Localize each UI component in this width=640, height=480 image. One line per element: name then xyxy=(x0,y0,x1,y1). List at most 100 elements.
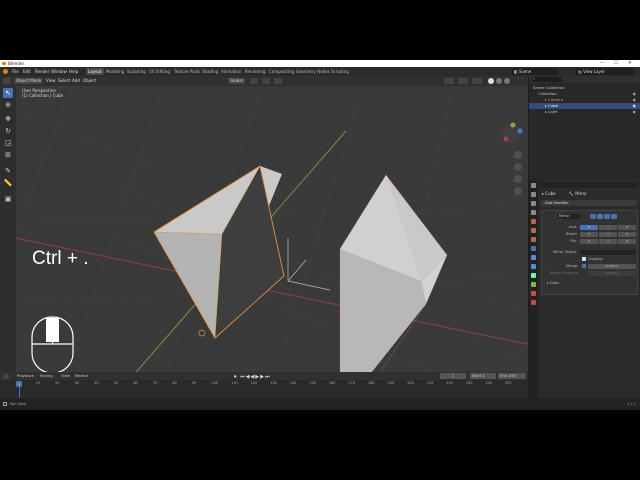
current-frame-field[interactable]: 1 xyxy=(440,373,466,379)
data-subpanel-header[interactable]: ▸ Data xyxy=(547,281,559,285)
3d-viewport[interactable]: User Perspective (1) Collection | Cube C… xyxy=(16,86,528,391)
frame-ruler[interactable]: 0102030405060708090100110120130140150160… xyxy=(0,381,528,388)
tool-tab[interactable] xyxy=(531,183,536,188)
timeline-editor-type[interactable] xyxy=(3,373,9,379)
rotate-tool[interactable]: ↻ xyxy=(3,126,13,136)
pivot-button[interactable] xyxy=(250,78,258,84)
scale-tool[interactable]: ◲ xyxy=(3,138,13,148)
solid-shading-button[interactable] xyxy=(488,78,494,84)
menu-render[interactable]: Render xyxy=(35,67,49,76)
data-tab[interactable] xyxy=(531,282,536,287)
hand-pan-icon[interactable] xyxy=(514,163,522,171)
axis-y-toggle[interactable]: Y xyxy=(599,225,617,230)
physics-tab[interactable] xyxy=(531,264,536,269)
menu-view[interactable]: View xyxy=(46,76,56,86)
menu-window[interactable]: Window xyxy=(51,67,67,76)
flip-x-toggle[interactable]: X xyxy=(580,239,598,244)
bisect-z-toggle[interactable]: Z xyxy=(618,232,636,237)
tab-scripting[interactable]: Scripting xyxy=(329,68,351,75)
select-box-tool[interactable]: ↖ xyxy=(3,88,13,98)
constraints-tab[interactable] xyxy=(531,273,536,278)
view-layer-tab[interactable] xyxy=(531,210,536,215)
output-tab[interactable] xyxy=(531,201,536,206)
tab-uv-editing[interactable]: UV Editing xyxy=(147,68,172,75)
material-shading-button[interactable] xyxy=(496,78,502,84)
outliner-row-light[interactable]: ▸ Light ◉ xyxy=(529,109,640,115)
zoom-view-icon[interactable] xyxy=(514,151,522,159)
view-layer-selector[interactable]: ▤ View Layer xyxy=(576,68,634,75)
menu-object[interactable]: Object xyxy=(83,76,96,86)
properties-search[interactable] xyxy=(539,182,638,188)
flip-y-toggle[interactable]: Y xyxy=(599,239,617,244)
annotate-tool[interactable]: ✎ xyxy=(3,166,13,176)
visibility-button[interactable] xyxy=(444,78,454,84)
tab-rendering[interactable]: Rendering xyxy=(243,68,267,75)
menu-select[interactable]: Select xyxy=(58,76,70,86)
overlay-button[interactable] xyxy=(472,78,482,84)
grid-view-icon[interactable] xyxy=(514,187,522,195)
edit-mode-toggle[interactable] xyxy=(590,214,596,219)
menu-keying[interactable]: Keying xyxy=(40,372,53,380)
flip-z-toggle[interactable]: Z xyxy=(618,239,636,244)
menu-help[interactable]: Help xyxy=(69,67,78,76)
tab-animation[interactable]: Animation xyxy=(219,68,243,75)
transform-tool[interactable]: ⊞ xyxy=(3,150,13,160)
bisect-x-toggle[interactable]: X xyxy=(580,232,598,237)
snap-button[interactable] xyxy=(262,78,270,84)
scene-selector[interactable]: ◧ Scene xyxy=(512,68,558,75)
texture-tab[interactable] xyxy=(531,300,536,305)
bisect-distance-field[interactable]: 0.001 m xyxy=(588,271,636,276)
tab-geometry-nodes[interactable]: Geometry Nodes xyxy=(294,68,332,75)
proportional-edit-button[interactable] xyxy=(274,78,282,84)
cage-toggle[interactable] xyxy=(597,214,603,219)
axis-z-toggle[interactable]: Z xyxy=(618,225,636,230)
cursor-tool[interactable]: ⊕ xyxy=(3,100,13,110)
playback-controls[interactable]: ⏺ ⏮◀◀▶▶⏭ xyxy=(234,373,270,381)
start-frame-field[interactable]: Start 1 xyxy=(470,373,496,379)
tab-modeling[interactable]: Modeling xyxy=(104,68,126,75)
clipping-checkbox[interactable] xyxy=(582,257,586,261)
menu-file[interactable]: File xyxy=(12,67,19,76)
menu-add[interactable]: Add xyxy=(72,76,80,86)
tab-shading[interactable]: Shading xyxy=(200,68,220,75)
merge-checkbox[interactable] xyxy=(582,264,586,268)
tab-layout[interactable]: Layout xyxy=(86,68,104,75)
gizmo-button[interactable] xyxy=(458,78,468,84)
tab-compositing[interactable]: Compositing xyxy=(267,68,296,75)
object-tab[interactable] xyxy=(531,237,536,242)
editor-type-button[interactable] xyxy=(3,78,11,84)
minimize-button[interactable]: — xyxy=(600,60,605,67)
close-button[interactable]: ✕ xyxy=(628,60,632,67)
mirror-object-field[interactable] xyxy=(580,250,636,255)
move-tool[interactable]: ✥ xyxy=(3,114,13,124)
menu-timeline-view[interactable]: View xyxy=(61,372,70,380)
tab-sculpting[interactable]: Sculpting xyxy=(125,68,148,75)
scene-tab[interactable] xyxy=(531,219,536,224)
viewport-toggle[interactable] xyxy=(604,214,610,219)
mode-selector[interactable]: Object Mode xyxy=(14,78,44,84)
bisect-y-toggle[interactable]: Y xyxy=(599,232,617,237)
add-modifier-button[interactable]: Add Modifier xyxy=(541,200,637,206)
transform-orientation-selector[interactable]: Global xyxy=(228,78,245,84)
menu-playback[interactable]: Playback xyxy=(17,372,34,380)
search-input[interactable] xyxy=(532,77,562,82)
modifier-name-field[interactable]: Mirror xyxy=(557,214,581,219)
eye-icon[interactable]: ◉ xyxy=(633,109,636,115)
end-frame-field[interactable]: End 250 xyxy=(498,373,526,379)
menu-marker[interactable]: Marker xyxy=(75,372,88,380)
blender-menu-icon[interactable] xyxy=(3,69,8,74)
axis-x-toggle[interactable]: X xyxy=(580,225,598,230)
maximize-button[interactable]: ☐ xyxy=(614,60,618,67)
wrench-icon[interactable] xyxy=(531,246,536,251)
measure-tool[interactable]: 📏 xyxy=(3,178,13,188)
render-tab[interactable] xyxy=(531,192,536,197)
world-tab[interactable] xyxy=(531,228,536,233)
particles-tab[interactable] xyxy=(531,255,536,260)
tab-texture-paint[interactable]: Texture Paint xyxy=(172,68,202,75)
material-tab[interactable] xyxy=(531,291,536,296)
merge-distance-field[interactable]: 0.001 m xyxy=(588,264,636,269)
camera-view-icon[interactable] xyxy=(514,175,522,183)
render-toggle[interactable] xyxy=(611,214,617,219)
add-cube-tool[interactable]: ▣ xyxy=(3,194,13,204)
menu-edit[interactable]: Edit xyxy=(23,67,31,76)
